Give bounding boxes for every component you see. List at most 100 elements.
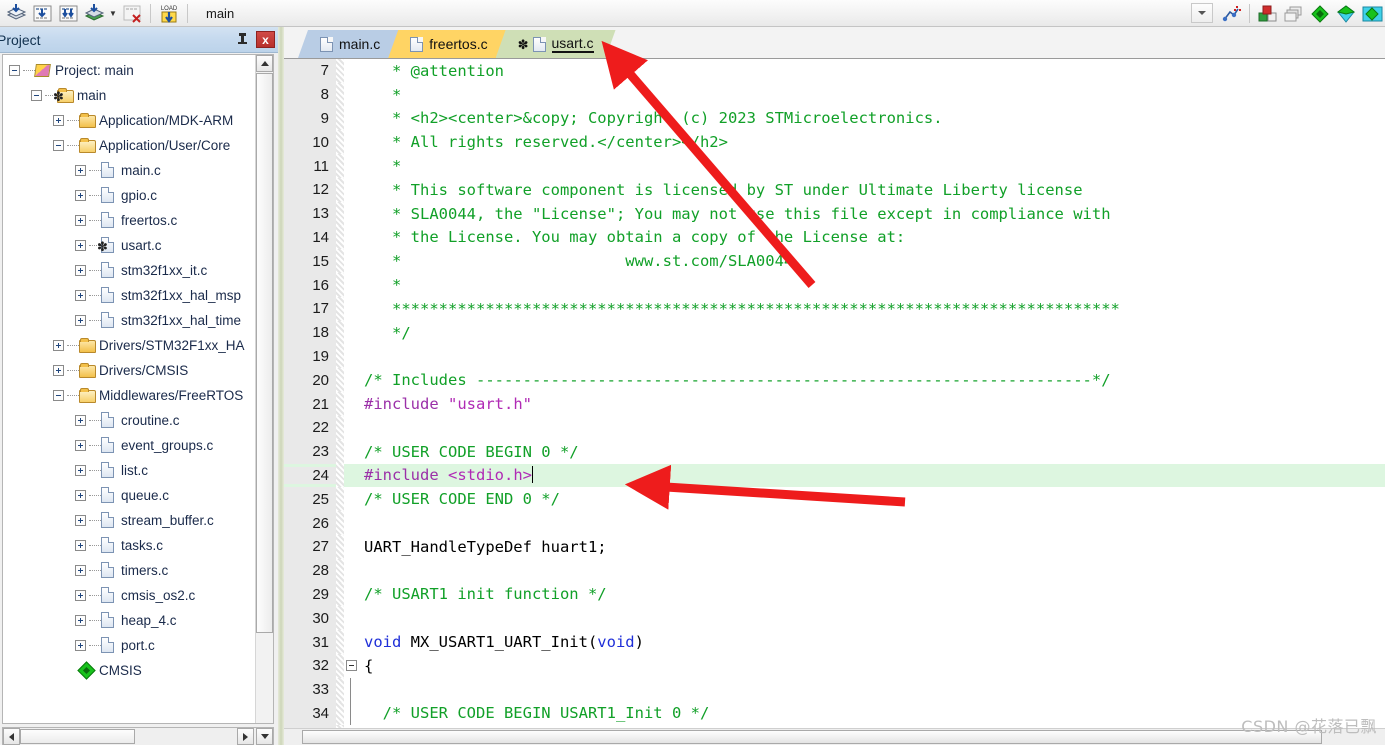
expand-icon[interactable]: [75, 440, 86, 451]
collapse-icon[interactable]: [9, 65, 20, 76]
expand-icon[interactable]: [75, 640, 86, 651]
code-editor[interactable]: 7 * @attention 8 * 9 * <h2><center>&copy; …: [284, 59, 1385, 745]
tree-item-application-mdk-arm[interactable]: Application/MDK-ARM: [3, 108, 255, 133]
tree-item-drivers-cmsis[interactable]: Drivers/CMSIS: [3, 358, 255, 383]
expand-icon[interactable]: [75, 215, 86, 226]
code-line-13[interactable]: 13 * SLA0044, the "License"; You may not…: [284, 201, 1385, 226]
code-line-31[interactable]: 31 void MX_USART1_UART_Init(void): [284, 630, 1385, 654]
tree-item-cmsis[interactable]: CMSIS: [3, 658, 255, 683]
project-tree-hscrollbar[interactable]: [2, 727, 274, 745]
tree-item-usart-c[interactable]: ✽ usart.c: [3, 233, 255, 258]
expand-icon[interactable]: [75, 165, 86, 176]
project-tree[interactable]: Project: main ✽ main Application/MDK-ARM App…: [2, 54, 274, 724]
code-line-17[interactable]: 17 *************************************…: [284, 296, 1385, 321]
pack-installer-icon[interactable]: [1333, 1, 1359, 25]
expand-icon[interactable]: [75, 415, 86, 426]
editor-hscroll-thumb[interactable]: [302, 730, 1322, 744]
expand-icon[interactable]: [75, 465, 86, 476]
code-line-10[interactable]: 10 * All rights reserved.</center></h2>: [284, 130, 1385, 155]
hscroll-thumb[interactable]: [20, 729, 135, 744]
tree-item-queue-c[interactable]: queue.c: [3, 483, 255, 508]
code-line-27[interactable]: 27 UART_HandleTypeDef huart1;: [284, 534, 1385, 559]
pin-icon[interactable]: [234, 31, 251, 48]
tree-item-tasks-c[interactable]: tasks.c: [3, 533, 255, 558]
collapse-icon[interactable]: [53, 140, 64, 151]
expand-icon[interactable]: [75, 565, 86, 576]
code-line-32[interactable]: 32 {: [284, 653, 1385, 678]
collapse-icon[interactable]: [53, 390, 64, 401]
code-line-23[interactable]: 23 /* USER CODE BEGIN 0 */: [284, 439, 1385, 464]
tree-item-timers-c[interactable]: timers.c: [3, 558, 255, 583]
tree-item-stm32f1xx-it-c[interactable]: stm32f1xx_it.c: [3, 258, 255, 283]
expand-icon[interactable]: [75, 315, 86, 326]
tree-item-stm32f1xx-hal-msp[interactable]: stm32f1xx_hal_msp: [3, 283, 255, 308]
close-icon[interactable]: x: [256, 31, 275, 48]
project-tree-scrollbar[interactable]: [255, 55, 273, 723]
code-line-7[interactable]: 7 * @attention: [284, 59, 1385, 83]
tree-item-list-c[interactable]: list.c: [3, 458, 255, 483]
code-line-28[interactable]: 28: [284, 558, 1385, 583]
code-line-11[interactable]: 11 *: [284, 154, 1385, 178]
code-line-26[interactable]: 26: [284, 511, 1385, 535]
code-line-15[interactable]: 15 * www.st.com/SLA0044: [284, 249, 1385, 274]
batch-build-icon[interactable]: [81, 1, 107, 25]
tree-item-drivers-stm32f1xx-ha[interactable]: Drivers/STM32F1xx_HA: [3, 333, 255, 358]
expand-icon[interactable]: [75, 490, 86, 501]
select-software-packs-icon[interactable]: [1307, 1, 1333, 25]
scroll-up-icon[interactable]: [256, 55, 273, 72]
expand-icon[interactable]: [75, 590, 86, 601]
tree-item-stream-buffer-c[interactable]: stream_buffer.c: [3, 508, 255, 533]
code-line-34[interactable]: 34 /* USER CODE BEGIN USART1_Init 0 */: [284, 701, 1385, 726]
rebuild-icon[interactable]: [55, 1, 81, 25]
batch-build-dropdown-icon[interactable]: ▼: [107, 2, 119, 24]
code-line-18[interactable]: 18 */: [284, 320, 1385, 345]
editor-tab-freertos-c[interactable]: freertos.c: [388, 30, 509, 58]
code-line-20[interactable]: 20 /* Includes --------------------------…: [284, 368, 1385, 393]
editor-hscrollbar[interactable]: [284, 728, 1385, 745]
hscroll-down-icon[interactable]: [256, 728, 273, 745]
configure-target-icon[interactable]: [1218, 1, 1244, 25]
manage-run-time-env-icon[interactable]: [1281, 1, 1307, 25]
manage-project-items-icon[interactable]: [1255, 1, 1281, 25]
fold-toggle-icon[interactable]: [344, 654, 358, 678]
code-line-9[interactable]: 9 * <h2><center>&copy; Copyright (c) 202…: [284, 106, 1385, 131]
expand-icon[interactable]: [75, 190, 86, 201]
expand-icon[interactable]: [75, 265, 86, 276]
build-icon[interactable]: [29, 1, 55, 25]
tree-item-application-user-core[interactable]: Application/User/Core: [3, 133, 255, 158]
expand-icon[interactable]: [53, 365, 64, 376]
code-line-30[interactable]: 30: [284, 606, 1385, 631]
tree-item-stm32f1xx-hal-time[interactable]: stm32f1xx_hal_time: [3, 308, 255, 333]
expand-icon[interactable]: [75, 615, 86, 626]
translate-icon[interactable]: [3, 1, 29, 25]
tree-item-main-c[interactable]: main.c: [3, 158, 255, 183]
chevron-down-icon[interactable]: [1191, 3, 1213, 23]
tree-item-project-main[interactable]: Project: main: [3, 58, 255, 83]
hscroll-right-icon[interactable]: [237, 728, 254, 745]
code-line-29[interactable]: 29 /* USART1 init function */: [284, 582, 1385, 607]
tree-item-cmsis-os2-c[interactable]: cmsis_os2.c: [3, 583, 255, 608]
tree-item-event-groups-c[interactable]: event_groups.c: [3, 433, 255, 458]
expand-icon[interactable]: [75, 290, 86, 301]
editor-tab-main-c[interactable]: main.c: [298, 30, 402, 58]
hscroll-left-icon[interactable]: [3, 728, 20, 745]
tree-item-middlewares-freertos[interactable]: Middlewares/FreeRTOS: [3, 383, 255, 408]
collapse-icon[interactable]: [31, 90, 42, 101]
code-line-33[interactable]: 33: [284, 677, 1385, 702]
editor-tab-usart-c[interactable]: ✽ usart.c: [496, 30, 616, 58]
expand-icon[interactable]: [75, 540, 86, 551]
code-line-8[interactable]: 8 *: [284, 82, 1385, 107]
code-line-16[interactable]: 16 *: [284, 273, 1385, 297]
code-line-14[interactable]: 14 * the License. You may obtain a copy …: [284, 225, 1385, 250]
pack-installer-2-icon[interactable]: [1359, 1, 1385, 25]
target-select-value[interactable]: main: [201, 3, 351, 24]
tree-item-gpio-c[interactable]: gpio.c: [3, 183, 255, 208]
expand-icon[interactable]: [75, 240, 86, 251]
code-line-24[interactable]: 24 #include <stdio.h>: [284, 463, 1385, 488]
tree-item-freertos-c[interactable]: freertos.c: [3, 208, 255, 233]
scroll-thumb[interactable]: [256, 73, 273, 633]
code-line-19[interactable]: 19: [284, 344, 1385, 369]
code-line-12[interactable]: 12 * This software component is licensed…: [284, 177, 1385, 202]
stop-build-icon[interactable]: [119, 1, 145, 25]
tree-item-croutine-c[interactable]: croutine.c: [3, 408, 255, 433]
